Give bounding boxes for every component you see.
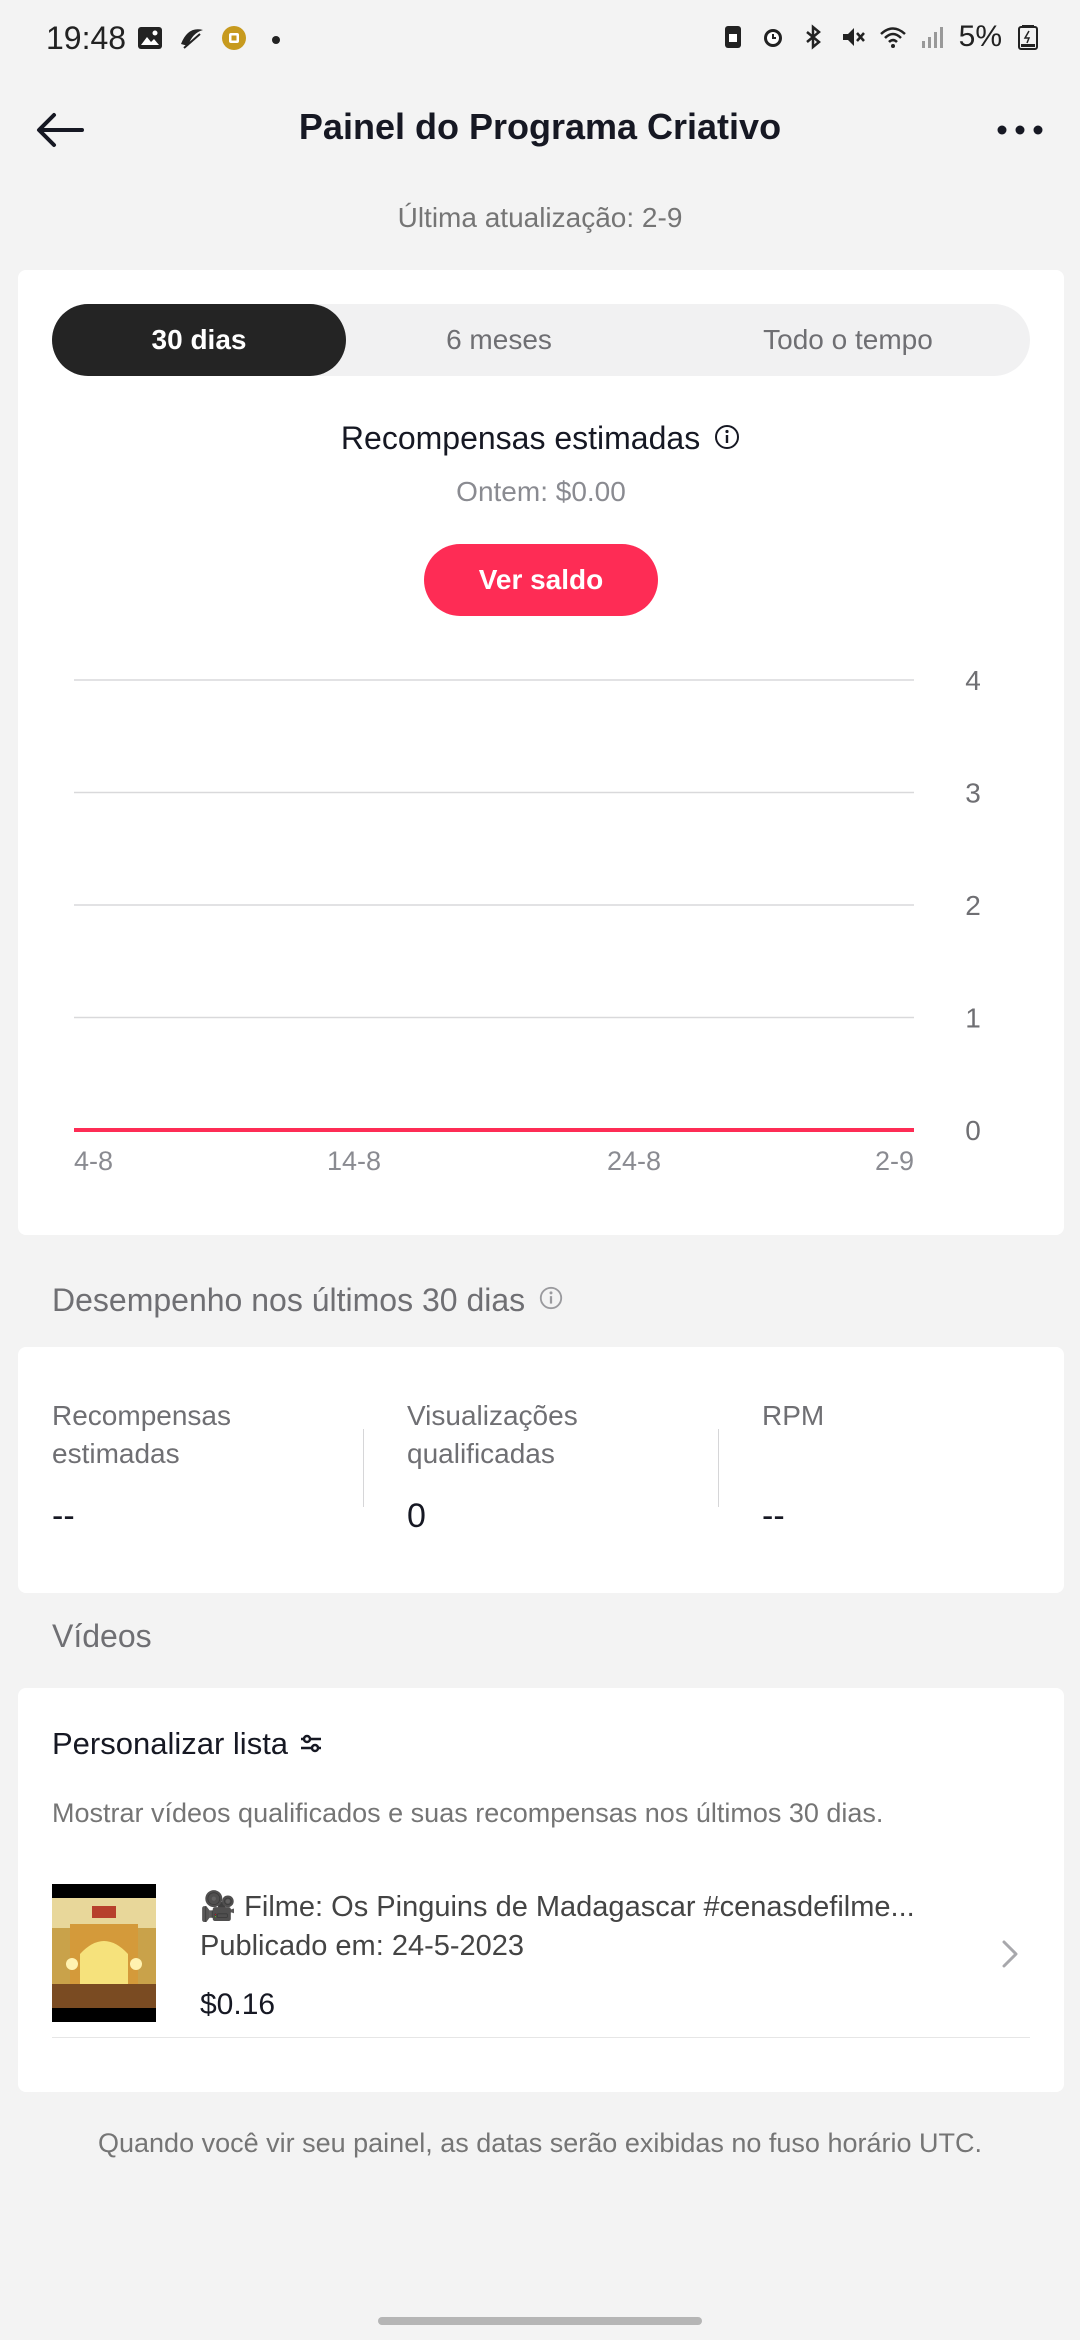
performance-title: Desempenho nos últimos 30 dias: [52, 1282, 526, 1318]
video-list-item[interactable]: 🎥 Filme: Os Pinguins de Madagascar #cena…: [52, 1884, 1030, 2038]
metric-label: estimadas: [52, 1438, 180, 1469]
rewards-chart: 4 3 2 1 0 4-8 14-8 24-8 2-9: [18, 650, 1064, 1210]
mute-icon: [842, 28, 865, 46]
coin-icon: [222, 26, 246, 50]
divider: [718, 1429, 719, 1507]
wifi-icon: [879, 27, 906, 48]
tab-30-days[interactable]: 30 dias: [52, 304, 346, 376]
tab-6-months[interactable]: 6 meses: [352, 304, 646, 376]
estimated-rewards-title: Recompensas estimadas: [340, 420, 701, 456]
estimated-rewards-heading: Recompensas estimadas: [18, 420, 1064, 457]
rewards-card: 30 dias 6 meses Todo o tempo Recompensas…: [18, 270, 1064, 1235]
sim-icon: [724, 26, 741, 48]
yesterday-rewards: Ontem: $0.00: [456, 476, 626, 507]
metric-value: 0: [407, 1497, 426, 1535]
y-tick-label: 2: [965, 890, 981, 921]
system-icons: 5%: [719, 20, 1042, 54]
videos-description: Mostrar vídeos qualificados e suas recom…: [52, 1798, 884, 1828]
info-icon[interactable]: [538, 1285, 564, 1311]
timezone-note: Quando você vir seu painel, as datas ser…: [98, 2128, 982, 2158]
metric-value: --: [52, 1497, 75, 1535]
video-reward: $0.16: [200, 1988, 276, 2021]
sliders-icon: [301, 1734, 322, 1753]
battery-icon: [1018, 25, 1038, 50]
y-tick-label: 1: [965, 1003, 981, 1034]
divider: [363, 1429, 364, 1507]
performance-card: Recompensas estimadas -- Visualizações q…: [18, 1347, 1064, 1593]
bluetooth-icon: [805, 24, 821, 50]
x-tick-label: 2-9: [875, 1146, 914, 1176]
metric-label: Recompensas: [52, 1400, 231, 1431]
video-title: 🎥 Filme: Os Pinguins de Madagascar #cena…: [200, 1891, 915, 1923]
customize-list-button[interactable]: Personalizar lista: [52, 1726, 324, 1762]
metric-rpm: RPM --: [762, 1397, 1080, 1535]
alarm-icon: [763, 29, 782, 47]
videos-card: Personalizar lista Mostrar vídeos qualif…: [18, 1688, 1064, 2092]
x-tick-label: 14-8: [327, 1146, 381, 1176]
metric-label: qualificadas: [407, 1438, 555, 1469]
period-selector: 30 dias 6 meses Todo o tempo: [52, 304, 1030, 376]
video-thumbnail-image: [52, 1884, 156, 2022]
page-title: Painel do Programa Criativo: [298, 106, 782, 147]
video-thumbnail: [52, 1884, 156, 2022]
tab-all-time[interactable]: Todo o tempo: [688, 304, 1008, 376]
y-tick-label: 0: [965, 1115, 981, 1146]
app-notification-icon: [181, 29, 203, 49]
metric-value: --: [762, 1497, 785, 1535]
rewards-line-chart: 4 3 2 1 0 4-8 14-8 24-8 2-9: [74, 665, 981, 1176]
video-published-date: Publicado em: 24-5-2023: [200, 1930, 525, 1962]
status-time: 19:48: [46, 20, 127, 56]
customize-list-label: Personalizar lista: [52, 1726, 289, 1761]
metric-qualified-views: Visualizações qualificadas 0: [407, 1397, 727, 1535]
signal-icon: [921, 27, 943, 48]
more-options-button[interactable]: [990, 100, 1050, 160]
metric-label: RPM: [762, 1400, 825, 1431]
gallery-icon: [138, 27, 162, 49]
chevron-right-icon: [1002, 1940, 1018, 1968]
dot-icon: [272, 36, 280, 44]
notification-icons: [136, 24, 290, 52]
x-tick-label: 4-8: [74, 1146, 113, 1176]
y-tick-label: 4: [965, 665, 981, 696]
metric-label: Visualizações: [407, 1400, 578, 1431]
info-icon[interactable]: [713, 423, 741, 451]
top-bar: Painel do Programa Criativo: [0, 80, 1080, 180]
battery-percent: 5%: [958, 20, 1002, 53]
metric-estimated-rewards: Recompensas estimadas --: [52, 1397, 372, 1535]
more-dots-icon: [997, 125, 1043, 135]
status-bar: 19:48 5%: [0, 0, 1080, 80]
home-indicator[interactable]: [378, 2317, 702, 2325]
y-tick-label: 3: [965, 778, 981, 809]
last-update-text: Última atualização: 2-9: [397, 202, 683, 233]
x-tick-label: 24-8: [607, 1146, 661, 1176]
videos-section-label: Vídeos: [52, 1618, 152, 1654]
view-balance-button[interactable]: Ver saldo: [424, 544, 658, 616]
performance-section-label: Desempenho nos últimos 30 dias: [52, 1282, 564, 1319]
